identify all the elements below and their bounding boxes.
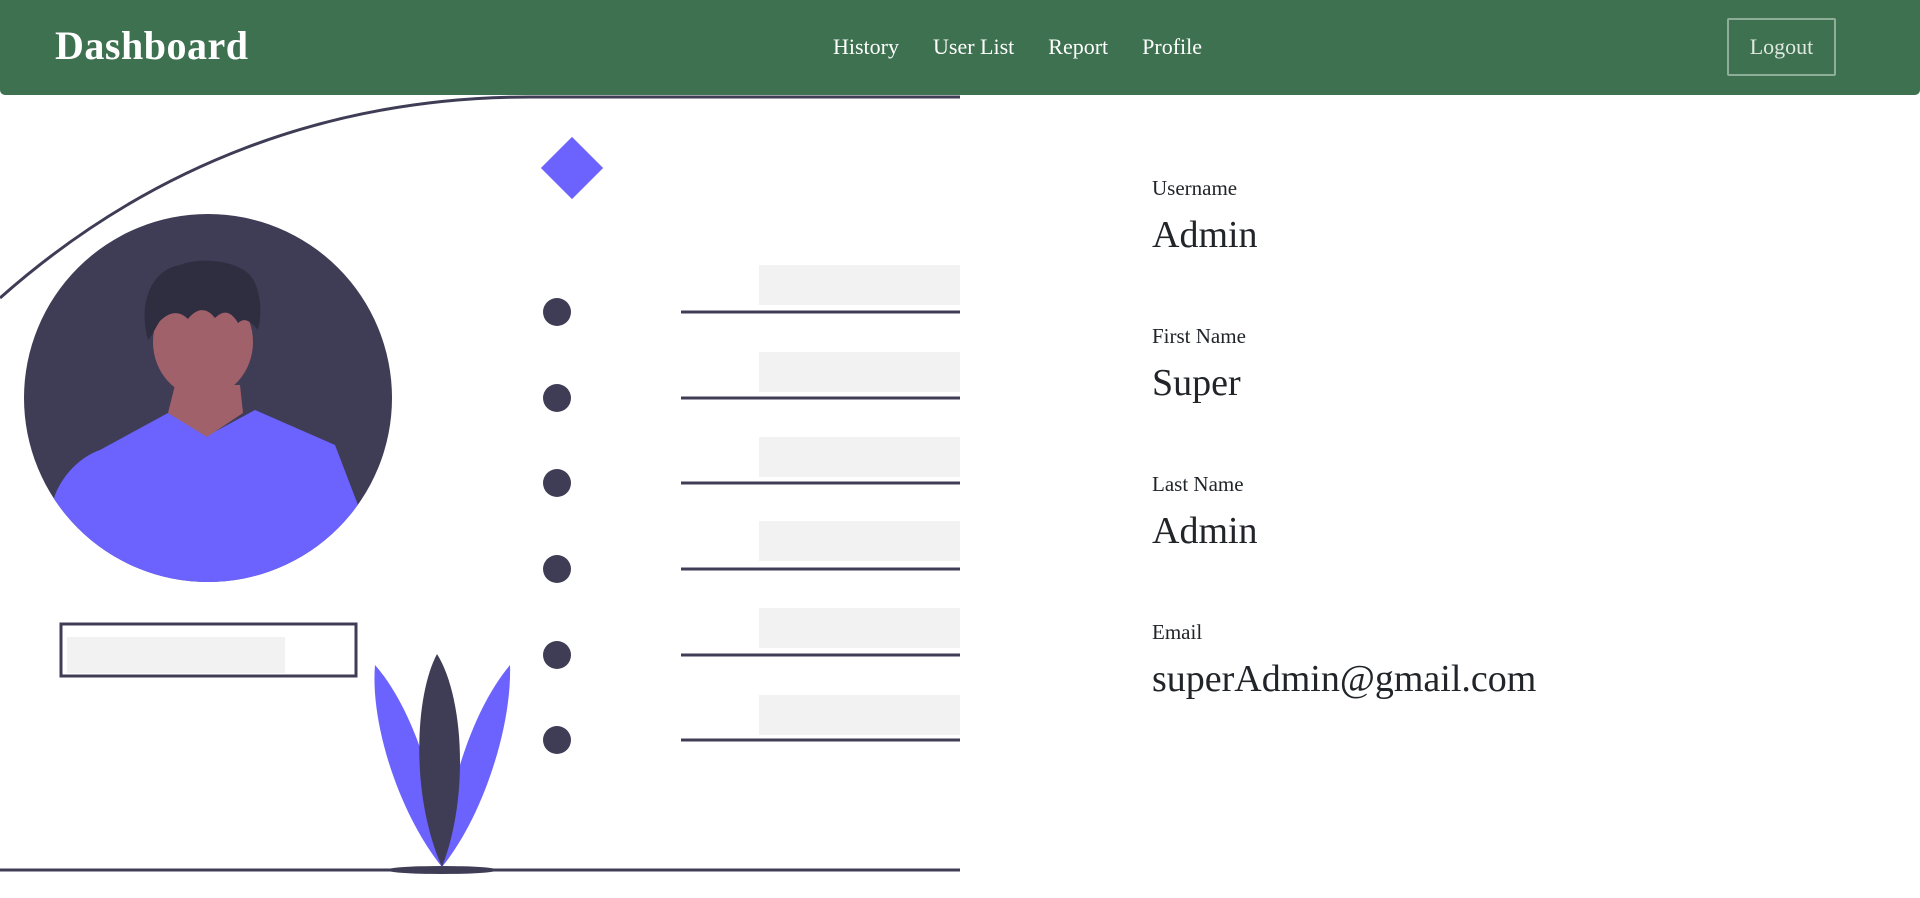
top-navbar: Dashboard History User List Report Profi… <box>0 0 1920 95</box>
field-value: Admin <box>1152 214 1258 256</box>
name-placeholder-fill <box>67 637 285 673</box>
list-row <box>543 437 960 497</box>
field-label: First Name <box>1152 324 1246 348</box>
list-rows <box>543 265 960 754</box>
main-nav: History User List Report Profile <box>833 34 1202 60</box>
plant-shadow <box>386 866 498 874</box>
field-first-name: First Name Super <box>1152 324 1536 472</box>
list-row <box>543 265 960 326</box>
field-label: Email <box>1152 620 1203 644</box>
avatar-figure <box>24 214 392 582</box>
list-row <box>543 695 960 754</box>
brand-title[interactable]: Dashboard <box>55 22 248 69</box>
field-username: Username Admin <box>1152 176 1536 324</box>
plant <box>374 654 511 867</box>
list-row <box>543 608 960 669</box>
field-value: superAdmin@gmail.com <box>1152 658 1537 700</box>
profile-illustration <box>0 95 960 874</box>
profile-details: Username Admin First Name Super Last Nam… <box>1152 176 1536 768</box>
field-last-name: Last Name Admin <box>1152 472 1536 620</box>
field-label: Last Name <box>1152 472 1244 496</box>
logout-button[interactable]: Logout <box>1727 18 1836 76</box>
field-email: Email superAdmin@gmail.com <box>1152 620 1536 768</box>
field-value: Super <box>1152 362 1241 404</box>
field-label: Username <box>1152 176 1238 200</box>
field-value: Admin <box>1152 510 1258 552</box>
nav-link-report[interactable]: Report <box>1048 34 1108 60</box>
list-row <box>543 352 960 412</box>
list-row <box>543 521 960 583</box>
nav-link-profile[interactable]: Profile <box>1142 34 1202 60</box>
nav-link-user-list[interactable]: User List <box>933 34 1014 60</box>
diamond-shape <box>540 136 604 200</box>
nav-link-history[interactable]: History <box>833 34 899 60</box>
